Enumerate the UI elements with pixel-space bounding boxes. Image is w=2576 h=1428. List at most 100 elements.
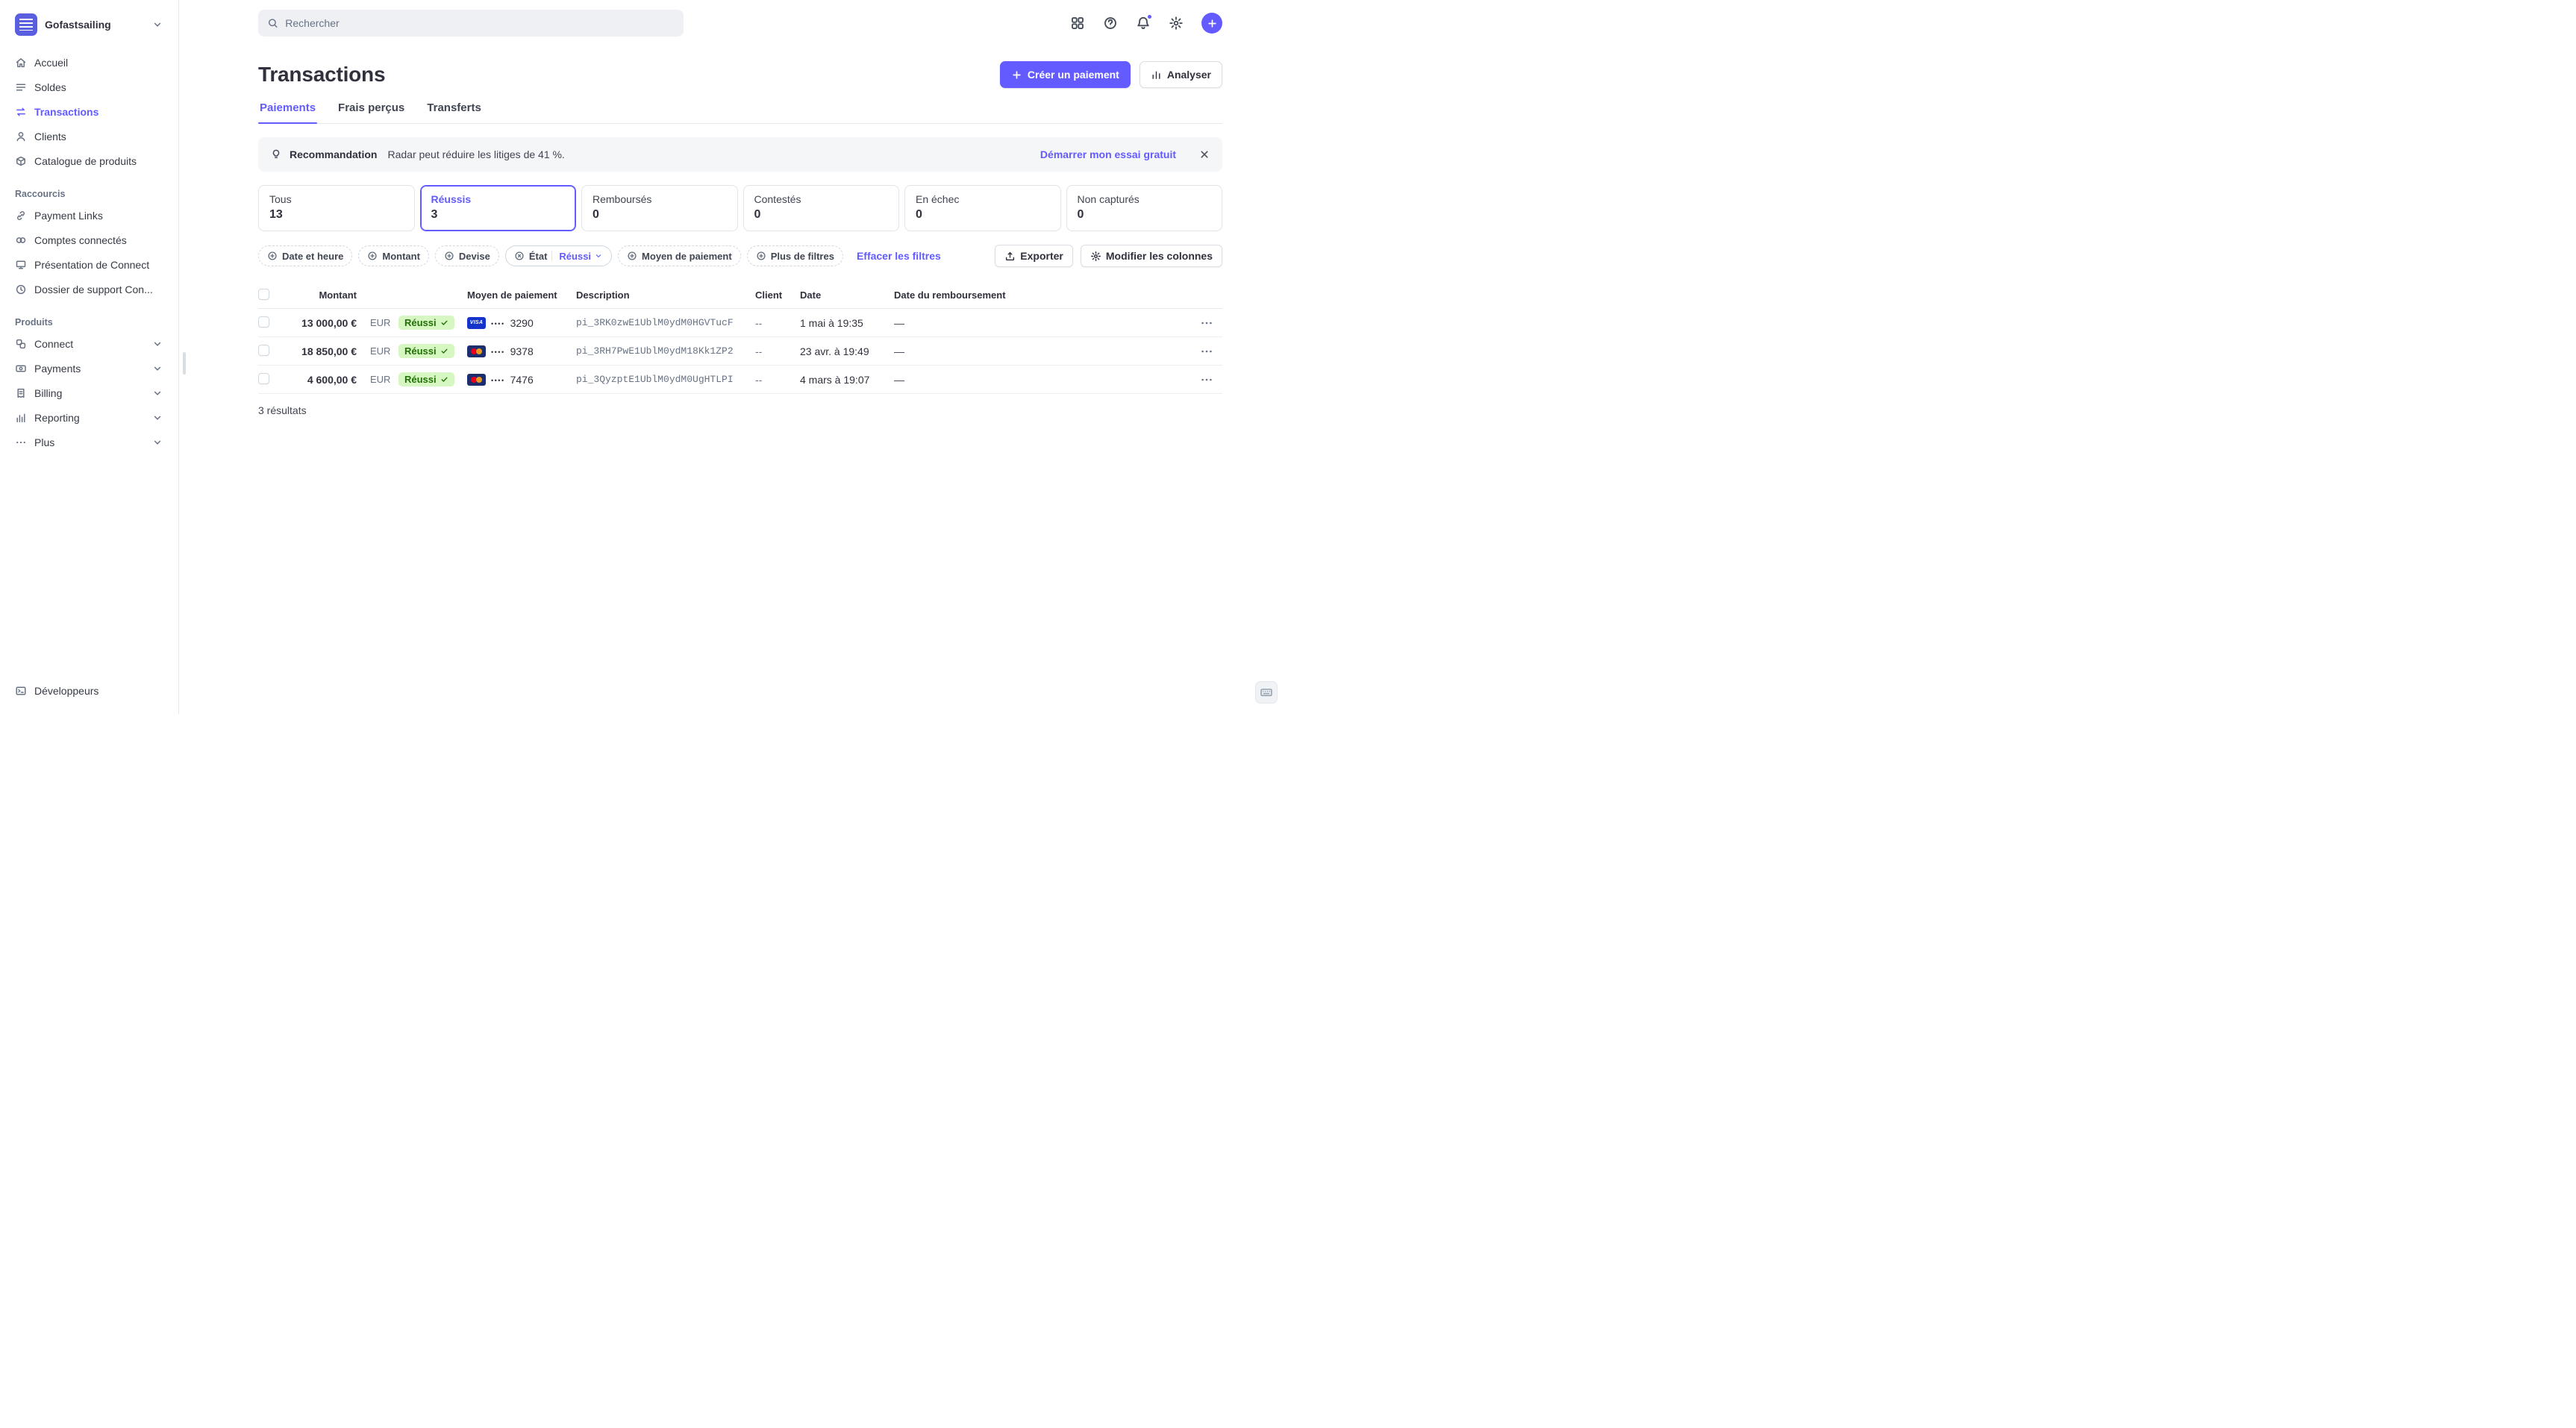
sidebar-item-label: Connect xyxy=(34,338,73,350)
currency-cell: EUR xyxy=(363,317,398,328)
amount-cell: 18 850,00 € xyxy=(285,345,363,357)
tab[interactable]: Transferts xyxy=(425,101,483,123)
sidebar-shortcut-item[interactable]: Payment Links xyxy=(9,204,169,227)
search-bar[interactable] xyxy=(258,10,684,37)
chevron-down-icon xyxy=(151,387,163,399)
gear-icon xyxy=(1090,251,1101,262)
select-all-checkbox[interactable] xyxy=(258,289,269,300)
sidebar-shortcut-item[interactable]: Comptes connectés xyxy=(9,228,169,251)
row-overflow-menu-icon[interactable] xyxy=(1200,345,1213,358)
filter-card[interactable]: Non capturés 0 xyxy=(1066,185,1223,231)
clear-filters-link[interactable]: Effacer les filtres xyxy=(857,250,941,262)
topbar-icon-button[interactable] xyxy=(1070,16,1085,31)
row-checkbox[interactable] xyxy=(258,316,269,328)
tab[interactable]: Frais perçus xyxy=(337,101,406,123)
analyze-button[interactable]: Analyser xyxy=(1139,61,1222,88)
edit-columns-button[interactable]: Modifier les colonnes xyxy=(1081,245,1222,267)
filter-card-label: Tous xyxy=(269,193,404,205)
filter-pill[interactable]: État Réussi xyxy=(505,245,612,266)
card-dots: •••• xyxy=(491,375,505,384)
sidebar-shortcut-item[interactable]: Présentation de Connect xyxy=(9,253,169,276)
sidebar-scrollbar-thumb[interactable] xyxy=(183,352,186,375)
filter-pill[interactable]: Plus de filtres xyxy=(747,245,843,266)
client-cell: -- xyxy=(755,374,800,386)
filter-pill[interactable]: Montant xyxy=(358,245,429,266)
account-switcher[interactable]: Gofastsailing xyxy=(9,10,169,39)
filter-pill[interactable]: Devise xyxy=(435,245,499,266)
topbar-icon-button[interactable] xyxy=(1136,16,1151,31)
card-last4: 9378 xyxy=(510,345,534,357)
column-header-refund-date[interactable]: Date du remboursement xyxy=(894,289,1192,301)
table-row[interactable]: 18 850,00 € EUR Réussi •••• xyxy=(258,337,1222,366)
table-row[interactable]: 4 600,00 € EUR Réussi •••• xyxy=(258,366,1222,394)
sidebar-product-item[interactable]: Payments xyxy=(9,357,169,380)
start-trial-link[interactable]: Démarrer mon essai gratuit xyxy=(1040,148,1176,160)
filter-pill[interactable]: Moyen de paiement xyxy=(618,245,741,266)
sidebar-item-label: Clients xyxy=(34,131,66,143)
filter-card[interactable]: Remboursés 0 xyxy=(581,185,738,231)
export-button[interactable]: Exporter xyxy=(995,245,1073,267)
filter-card[interactable]: Réussis 3 xyxy=(420,185,577,231)
sidebar-item[interactable]: Accueil xyxy=(9,51,169,74)
tab[interactable]: Paiements xyxy=(258,101,317,123)
currency-cell: EUR xyxy=(363,374,398,385)
filter-card[interactable]: Tous 13 xyxy=(258,185,415,231)
filter-card[interactable]: En échec 0 xyxy=(904,185,1061,231)
gear-icon xyxy=(1169,16,1184,31)
card-last4: 3290 xyxy=(510,317,534,329)
sidebar-product-item[interactable]: Reporting xyxy=(9,406,169,429)
plus-circle-icon xyxy=(367,251,378,261)
help-icon xyxy=(1103,16,1118,31)
amount-cell: 13 000,00 € xyxy=(285,317,363,329)
column-header-payment-method[interactable]: Moyen de paiement xyxy=(467,289,576,301)
home-icon xyxy=(15,57,27,69)
client-cell: -- xyxy=(755,345,800,357)
close-icon[interactable] xyxy=(1198,148,1210,160)
row-checkbox[interactable] xyxy=(258,345,269,356)
table-row[interactable]: 13 000,00 € EUR Réussi VISA •••• xyxy=(258,309,1222,337)
create-button[interactable] xyxy=(1201,13,1222,34)
column-header-date[interactable]: Date xyxy=(800,289,894,301)
table-body: 13 000,00 € EUR Réussi VISA •••• xyxy=(258,309,1222,394)
developers-icon xyxy=(15,685,27,697)
chevron-down-icon xyxy=(594,251,603,260)
sidebar-item[interactable]: Transactions xyxy=(9,100,169,123)
refund-date-cell: — xyxy=(894,317,1192,329)
topbar-icon-button[interactable] xyxy=(1169,16,1184,31)
filter-card[interactable]: Contestés 0 xyxy=(743,185,900,231)
row-overflow-menu-icon[interactable] xyxy=(1200,316,1213,330)
topbar-icon-button[interactable] xyxy=(1103,16,1118,31)
sidebar-item[interactable]: Catalogue de produits xyxy=(9,149,169,172)
connect-icon xyxy=(15,338,27,350)
sidebar-item[interactable]: Soldes xyxy=(9,75,169,98)
sidebar-product-item[interactable]: Plus xyxy=(9,430,169,454)
date-cell: 4 mars à 19:07 xyxy=(800,374,894,386)
sidebar-item-label: Catalogue de produits xyxy=(34,155,137,167)
column-header-client[interactable]: Client xyxy=(755,289,800,301)
export-icon xyxy=(1004,251,1016,262)
title-row: Transactions Créer un paiement Analyser xyxy=(258,61,1222,88)
sidebar-item[interactable]: Clients xyxy=(9,125,169,148)
payments-icon xyxy=(15,363,27,375)
sidebar-product-item[interactable]: Connect xyxy=(9,332,169,355)
sidebar-product-item[interactable]: Billing xyxy=(9,381,169,404)
keyboard-shortcuts-button[interactable] xyxy=(1255,681,1278,704)
row-checkbox[interactable] xyxy=(258,373,269,384)
column-header-amount[interactable]: Montant xyxy=(285,289,363,301)
row-overflow-menu-icon[interactable] xyxy=(1200,373,1213,386)
create-payment-button[interactable]: Créer un paiement xyxy=(1000,61,1131,88)
search-input[interactable] xyxy=(285,17,675,29)
connect-overview-icon xyxy=(15,259,27,271)
column-header-description[interactable]: Description xyxy=(576,289,755,301)
sidebar-item-label: Présentation de Connect xyxy=(34,259,149,271)
filter-pill[interactable]: Date et heure xyxy=(258,245,352,266)
sidebar-item-label: Accueil xyxy=(34,57,68,69)
filter-card-label: Non capturés xyxy=(1078,193,1212,205)
filter-pills: Date et heure Montant Devise xyxy=(258,245,843,266)
sidebar-shortcut-item[interactable]: Dossier de support Con... xyxy=(9,278,169,301)
date-cell: 23 avr. à 19:49 xyxy=(800,345,894,357)
balance-icon xyxy=(15,81,27,93)
transactions-table: Montant Moyen de paiement Description Cl… xyxy=(258,282,1222,416)
sidebar-item-developers[interactable]: Développeurs xyxy=(9,679,169,702)
bar-chart-icon xyxy=(1151,69,1162,81)
